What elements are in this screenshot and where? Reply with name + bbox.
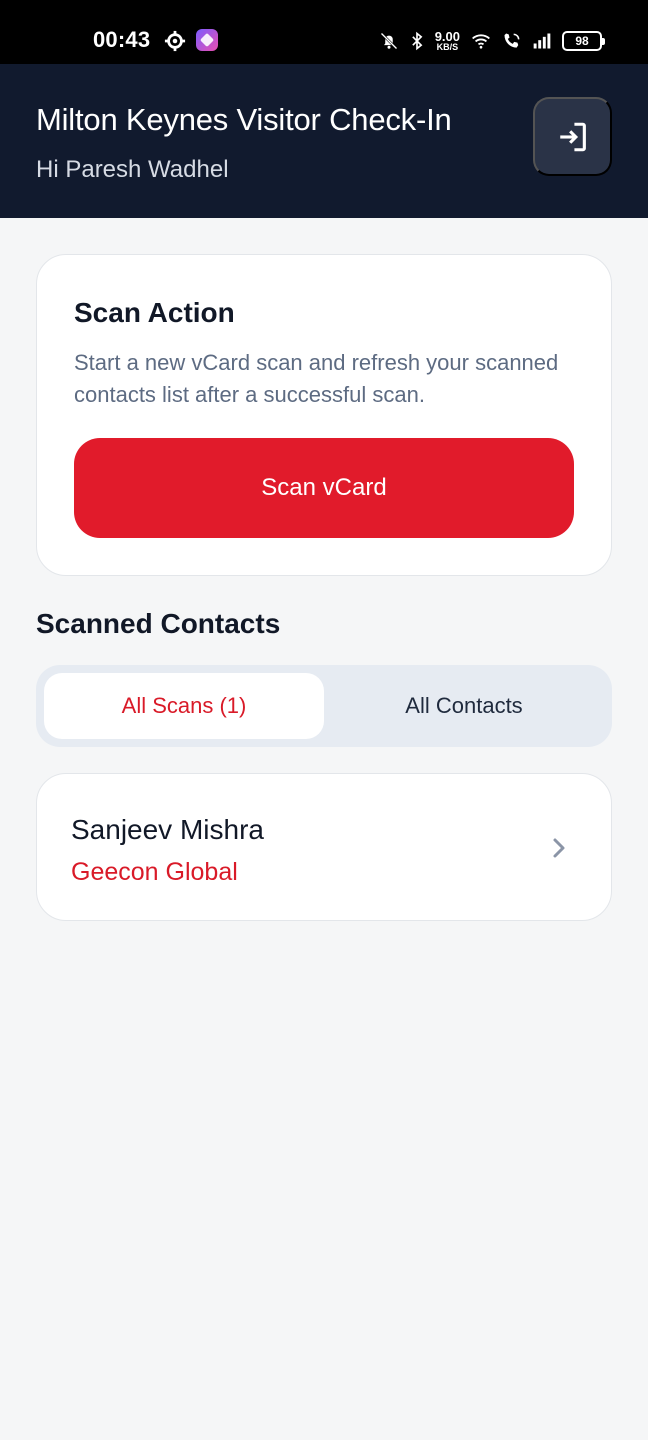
bluetooth-icon [411,31,423,51]
contacts-tab-switcher: All Scans (1) All Contacts [36,665,612,747]
contact-company: Geecon Global [71,858,238,886]
scan-action-title: Scan Action [74,297,235,328]
battery-icon: 98 [562,31,605,51]
chevron-right-icon [553,838,565,858]
tab-all-contacts[interactable]: All Contacts [324,673,604,739]
wifi-calling-icon [504,33,520,48]
app-badge-icon [196,29,218,51]
network-speed: 9.00 KB/S [435,30,460,52]
scanned-contacts-title: Scanned Contacts [36,608,281,639]
app-header: Milton Keynes Visitor Check-In Hi Paresh… [0,64,648,218]
scan-action-description: Start a new vCard scan and refresh your … [74,350,559,407]
network-speed-unit: KB/S [436,42,459,52]
bell-muted-icon [380,32,398,50]
settings-gear-icon [164,30,186,52]
user-greeting: Hi Paresh Wadhel [36,156,229,183]
status-right-group: 9.00 KB/S 98 [379,27,605,55]
battery-level: 98 [575,34,589,48]
logout-button[interactable] [533,97,612,176]
scan-vcard-button[interactable]: Scan vCard [74,438,574,538]
contact-name: Sanjeev Mishra [71,814,264,845]
app-title: Milton Keynes Visitor Check-In [36,102,452,137]
wifi-icon [472,34,490,49]
scan-action-card: Scan Action Start a new vCard scan and r… [36,254,612,576]
logout-icon [559,122,586,151]
signal-icon [533,33,551,49]
contact-list-item[interactable]: Sanjeev Mishra Geecon Global [36,773,612,921]
status-time: 00:43 [93,27,151,52]
status-bar: 00:43 9.00 KB/S 98 [0,0,648,64]
tab-all-scans[interactable]: All Scans (1) [44,673,324,739]
